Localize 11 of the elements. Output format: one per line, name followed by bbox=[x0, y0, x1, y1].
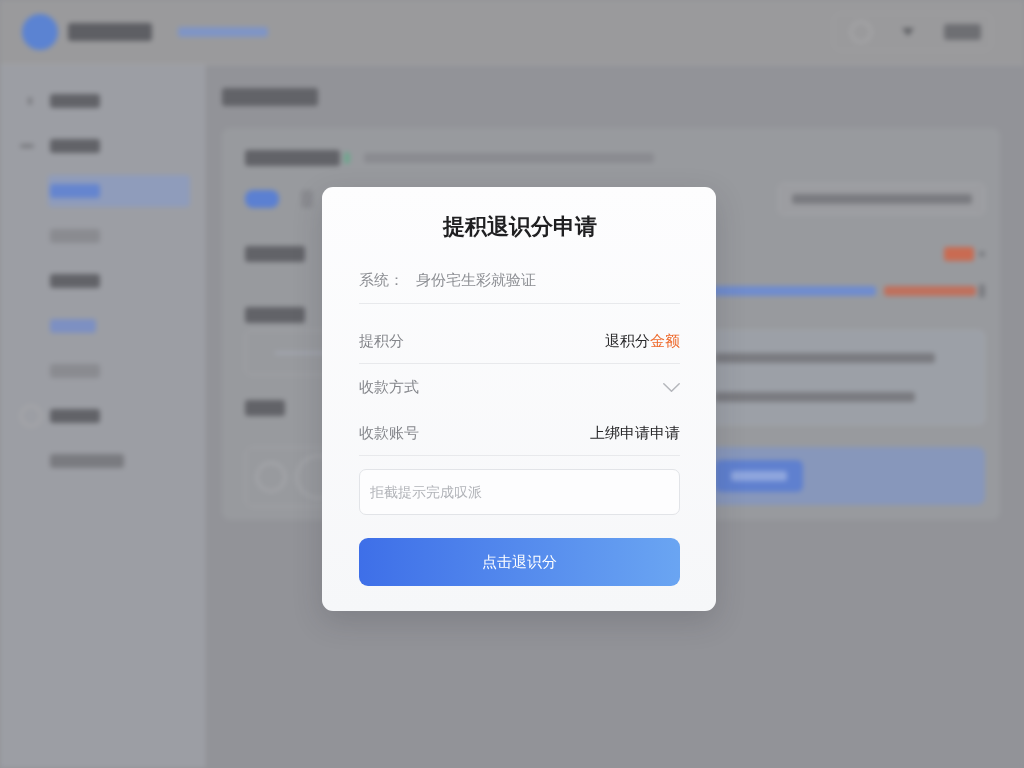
dialog-title: 提积退识分申请 bbox=[441, 213, 598, 241]
field-value: 上绑申请申请 bbox=[590, 423, 680, 444]
field-label: 收款账号 bbox=[359, 423, 419, 444]
chevron-down-icon[interactable] bbox=[663, 382, 680, 392]
notice-text: 身份宅生彩就验证 bbox=[416, 270, 536, 291]
remark-input[interactable]: 拒截提示完成叹派 bbox=[359, 469, 680, 515]
field-label: 收款方式 bbox=[359, 377, 419, 398]
field-label: 提积分 bbox=[359, 331, 404, 352]
submit-button[interactable]: 点击退识分 bbox=[359, 538, 680, 586]
amount-value: 退积分金额 bbox=[605, 331, 680, 352]
notice-label: 系统： bbox=[359, 270, 404, 291]
